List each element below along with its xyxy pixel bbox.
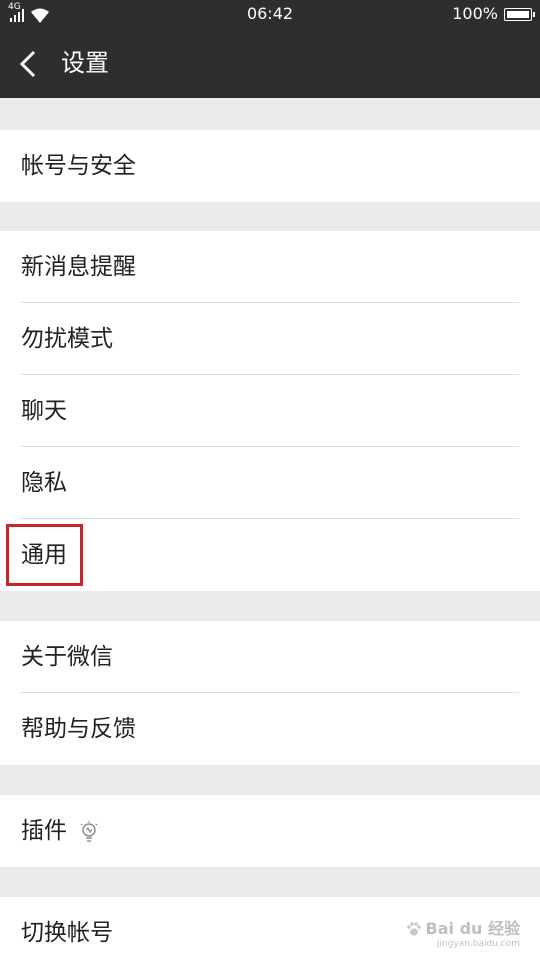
settings-group-account: 帐号与安全 — [0, 130, 540, 202]
setting-item-label: 隐私 — [21, 470, 67, 496]
settings-screen: 4G 06:42 100% 设置 帐号与安全 新消息提醒 勿扰模式 聊天 隐私 … — [0, 0, 540, 960]
setting-item-chat[interactable]: 聊天 — [0, 375, 540, 447]
setting-item-label: 聊天 — [21, 398, 67, 424]
battery-icon — [504, 7, 535, 21]
back-button[interactable] — [14, 44, 50, 84]
setting-item-label: 插件 — [21, 818, 67, 844]
setting-item-about-wechat[interactable]: 关于微信 — [0, 621, 540, 693]
setting-item-do-not-disturb[interactable]: 勿扰模式 — [0, 303, 540, 375]
setting-item-label: 勿扰模式 — [21, 326, 113, 352]
setting-item-help-feedback[interactable]: 帮助与反馈 — [0, 693, 540, 765]
page-title: 设置 — [61, 49, 109, 77]
setting-item-label: 切换帐号 — [21, 920, 113, 946]
setting-item-label: 帐号与安全 — [21, 153, 136, 179]
setting-item-label: 帮助与反馈 — [21, 716, 136, 742]
back-arrow-icon — [19, 50, 36, 78]
setting-item-label: 新消息提醒 — [21, 254, 136, 280]
watermark: Bai du 经验 jingyan.baidu.com — [406, 920, 520, 950]
setting-item-label: 关于微信 — [21, 644, 113, 670]
settings-group-about: 关于微信 帮助与反馈 — [0, 621, 540, 765]
watermark-brand: Bai du 经验 — [406, 920, 520, 938]
status-bar: 4G 06:42 100% — [0, 0, 540, 28]
watermark-brand-text: Bai du 经验 — [425, 919, 520, 938]
setting-item-new-message-alerts[interactable]: 新消息提醒 — [0, 231, 540, 303]
setting-item-account-security[interactable]: 帐号与安全 — [0, 130, 540, 202]
paw-logo-icon — [406, 922, 421, 936]
status-right: 100% — [452, 4, 535, 24]
setting-item-privacy[interactable]: 隐私 — [0, 447, 540, 519]
battery-percent: 100% — [452, 4, 498, 23]
app-bar: 4G 06:42 100% 设置 — [0, 0, 540, 98]
highlight-annotation-box — [6, 524, 83, 586]
setting-item-plugins[interactable]: 插件 — [0, 795, 540, 867]
lightbulb-icon — [80, 821, 98, 842]
watermark-url: jingyan.baidu.com — [436, 939, 520, 949]
settings-group-plugins: 插件 — [0, 795, 540, 867]
